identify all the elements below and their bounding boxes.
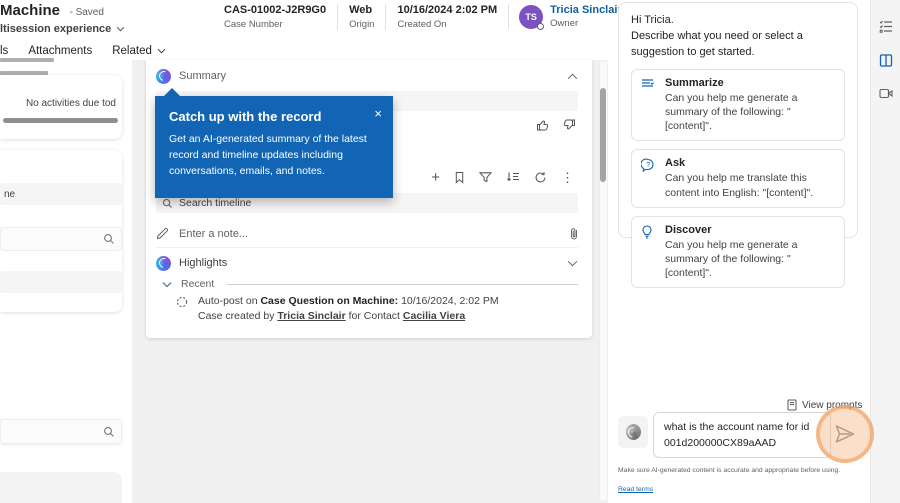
tab-related[interactable]: Related: [112, 45, 166, 57]
no-activities-text: No activities due tod: [25, 98, 116, 109]
avatar: TS: [519, 4, 545, 30]
highlights-section-header: Highlights: [156, 252, 578, 274]
copilot-icon: [156, 68, 171, 84]
highlights-label: Highlights: [179, 257, 228, 269]
activities-card: No activities due tod: [0, 75, 122, 139]
details-card: ne: [0, 150, 122, 312]
divider: [227, 283, 578, 285]
experience-selector[interactable]: ltisession experience: [0, 23, 125, 35]
pencil-icon: [156, 227, 169, 240]
recent-group-header: Recent: [162, 277, 578, 291]
chevron-down-icon: [116, 26, 125, 32]
tooltip-title: Catch up with the record: [169, 109, 322, 124]
timeline-entry-autopost[interactable]: Auto-post on Case Question on Machine: 1…: [176, 294, 572, 324]
field-owner[interactable]: TS Tricia Sinclair Owner: [508, 4, 622, 30]
view-prompts-button[interactable]: View prompts: [787, 399, 862, 411]
sort-order-icon[interactable]: [506, 171, 520, 183]
record-title-row: Machine - Saved: [0, 2, 104, 20]
knowledge-book-icon[interactable]: [879, 54, 893, 67]
saved-status: - Saved: [69, 7, 104, 18]
copilot-greeting: Hi Tricia.: [631, 14, 674, 26]
lookup-field[interactable]: [0, 227, 122, 251]
recent-label: Recent: [181, 278, 215, 290]
form-field-empty[interactable]: [0, 472, 122, 503]
chevron-up-icon[interactable]: [567, 73, 578, 80]
entry-line1: Auto-post on Case Question on Machine: 1…: [198, 295, 499, 307]
catch-up-teaching-bubble: Catch up with the record × Get an AI-gen…: [155, 88, 393, 198]
refresh-icon[interactable]: [534, 171, 547, 184]
more-options-icon[interactable]: ⋮: [561, 171, 574, 184]
send-icon[interactable]: [834, 424, 858, 446]
autopost-icon: [176, 296, 188, 324]
chevron-down-icon[interactable]: [567, 260, 578, 267]
note-input[interactable]: Enter a note...: [156, 220, 578, 248]
experience-label: ltisession experience: [0, 23, 112, 35]
summarize-lines-icon: [641, 78, 656, 134]
timeline-toolbar: + ⋮: [431, 166, 574, 188]
entry-line2: Case created by Tricia Sinclair for Cont…: [198, 310, 466, 323]
bookmark-icon[interactable]: [454, 171, 465, 184]
agenda-tasks-icon[interactable]: [879, 20, 893, 33]
paperclip-icon[interactable]: [570, 227, 578, 240]
copilot-icon: [156, 255, 171, 271]
presence-dot: [537, 22, 545, 30]
search-icon: [103, 426, 115, 438]
tab-details-truncated[interactable]: ls: [0, 45, 8, 57]
copilot-subtitle: Describe what you need or select a sugge…: [631, 29, 803, 58]
svg-text:?: ?: [646, 162, 650, 169]
page-title: Machine: [0, 2, 61, 19]
camera-video-icon[interactable]: [879, 88, 893, 99]
filter-icon[interactable]: [479, 171, 492, 183]
activities-progress-bar: [3, 118, 118, 123]
close-icon[interactable]: ×: [374, 106, 382, 121]
suggestion-ask[interactable]: ? Ask Can you help me translate this con…: [631, 149, 845, 208]
form-field-empty[interactable]: [0, 271, 122, 293]
copilot-icon: [625, 424, 641, 440]
dynamics-case-page: Machine - Saved ltisession experience ls…: [0, 0, 900, 503]
user-link[interactable]: Tricia Sinclair: [277, 310, 345, 322]
field-case-number: CAS-01002-J2R9G0 Case Number: [224, 4, 339, 30]
form-field-fragment[interactable]: ne: [0, 183, 122, 205]
tab-attachments[interactable]: Attachments: [28, 45, 92, 57]
create-record-icon[interactable]: +: [431, 170, 440, 185]
note-placeholder: Enter a note...: [179, 227, 249, 240]
ask-chat-icon: ?: [641, 158, 656, 199]
copilot-suggestions-card: Hi Tricia. Describe what you need or sel…: [618, 2, 858, 289]
summary-section-header: Summary: [156, 66, 578, 86]
suggestion-discover[interactable]: Discover Can you help me generate a summ…: [631, 215, 845, 289]
summary-label: Summary: [179, 70, 227, 82]
suggestion-summarize[interactable]: Summarize Can you help me generate a sum…: [631, 68, 845, 142]
contact-link[interactable]: Cacilia Viera: [403, 310, 465, 322]
read-terms-link[interactable]: Read terms: [618, 486, 653, 493]
chevron-down-icon[interactable]: [162, 281, 172, 288]
thumbs-up-icon[interactable]: [536, 118, 550, 132]
thumbs-down-icon[interactable]: [562, 118, 576, 132]
search-icon: [162, 198, 173, 209]
truncated-text-fragment: [0, 58, 54, 62]
summary-feedback: [536, 118, 576, 132]
timeline-search-placeholder: Search timeline: [179, 197, 252, 209]
tooltip-body: Get an AI-generated summary of the lates…: [169, 133, 367, 177]
copilot-chat-input[interactable]: what is the account name for id 001d2000…: [653, 412, 831, 458]
ai-disclaimer: Make sure AI-generated content is accura…: [618, 467, 841, 494]
search-icon: [103, 233, 115, 245]
lookup-field[interactable]: [0, 419, 122, 444]
copilot-menu-button[interactable]: [618, 416, 648, 448]
owner-name-link[interactable]: Tricia Sinclair: [550, 4, 622, 16]
chevron-down-icon: [157, 48, 166, 54]
field-created-on: 10/16/2024 2:02 PM Created On: [397, 4, 498, 30]
right-app-rail: [870, 0, 900, 503]
scrollbar-thumb[interactable]: [600, 88, 606, 182]
case-header-fields: CAS-01002-J2R9G0 Case Number Web Origin …: [224, 4, 654, 30]
prompt-guide-icon: [787, 399, 797, 411]
record-tabs: ls Attachments Related: [0, 45, 166, 57]
field-origin: Web Origin: [338, 4, 387, 30]
lightbulb-icon: [641, 225, 656, 281]
